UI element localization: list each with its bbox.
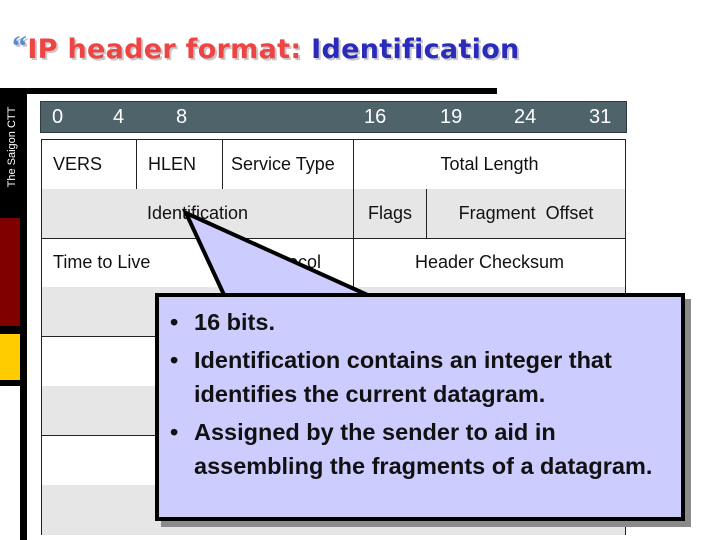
table-row: Identification Flags Fragment Offset — [42, 189, 625, 239]
bullet-dot-icon: • — [170, 419, 179, 445]
callout-bullet: • Assigned by the sender to aid in assem… — [167, 415, 681, 483]
callout-pointer-join — [229, 297, 368, 303]
bit-label: 19 — [440, 106, 463, 128]
field-service-type: Service Type — [223, 140, 354, 189]
field-header-checksum: Header Checksum — [414, 252, 565, 272]
side-rule — [20, 88, 27, 540]
table-row: Time to Live Protocol Header Checksum — [42, 238, 625, 288]
top-rule — [0, 88, 497, 94]
callout-box: • 16 bits. • Identification contains an … — [155, 293, 685, 521]
field-identification: Identification — [42, 189, 354, 238]
callout-bullet-text: Identification contains an integer that … — [194, 347, 612, 407]
slide-title: “IP header format: Identification — [12, 30, 520, 70]
side-divider — [0, 380, 27, 386]
bullet-quote-icon: “ — [12, 30, 28, 63]
field-flags: Flags — [354, 189, 427, 238]
bit-position-header: 0 4 8 16 19 24 31 — [40, 101, 627, 133]
title-prefix: IP header format: — [27, 34, 302, 65]
bullet-dot-icon: • — [170, 309, 179, 335]
field-hlen: HLEN — [137, 140, 223, 189]
bullet-dot-icon: • — [170, 347, 179, 373]
field-vers: VERS — [42, 140, 137, 189]
bit-label: 0 — [52, 106, 64, 128]
callout-bullet-text: 16 bits. — [194, 309, 275, 335]
bit-label: 8 — [176, 106, 188, 128]
bit-label: 4 — [113, 106, 125, 128]
callout-bullet: • Identification contains an integer tha… — [167, 343, 681, 411]
bit-label: 24 — [514, 106, 537, 128]
field-fragment-offset: Fragment Offset — [458, 203, 594, 223]
side-block-red — [0, 218, 20, 326]
bit-label: 16 — [364, 106, 387, 128]
table-row: VERS HLEN Service Type Total Length — [42, 140, 625, 190]
title-highlight: Identification — [311, 34, 520, 65]
field-total-length: Total Length — [440, 154, 539, 174]
field-protocol: Protocol — [223, 238, 354, 287]
bit-label: 31 — [589, 106, 612, 128]
callout-bullet-text: Assigned by the sender to aid in assembl… — [194, 419, 653, 479]
side-divider — [0, 326, 27, 334]
side-block-yellow — [0, 334, 20, 380]
callout-bullet: • 16 bits. — [167, 305, 681, 339]
field-time-to-live: Time to Live — [42, 238, 223, 287]
organization-label: The Saigon CTT — [6, 106, 18, 188]
callout-bullet-list: • 16 bits. • Identification contains an … — [167, 305, 681, 487]
